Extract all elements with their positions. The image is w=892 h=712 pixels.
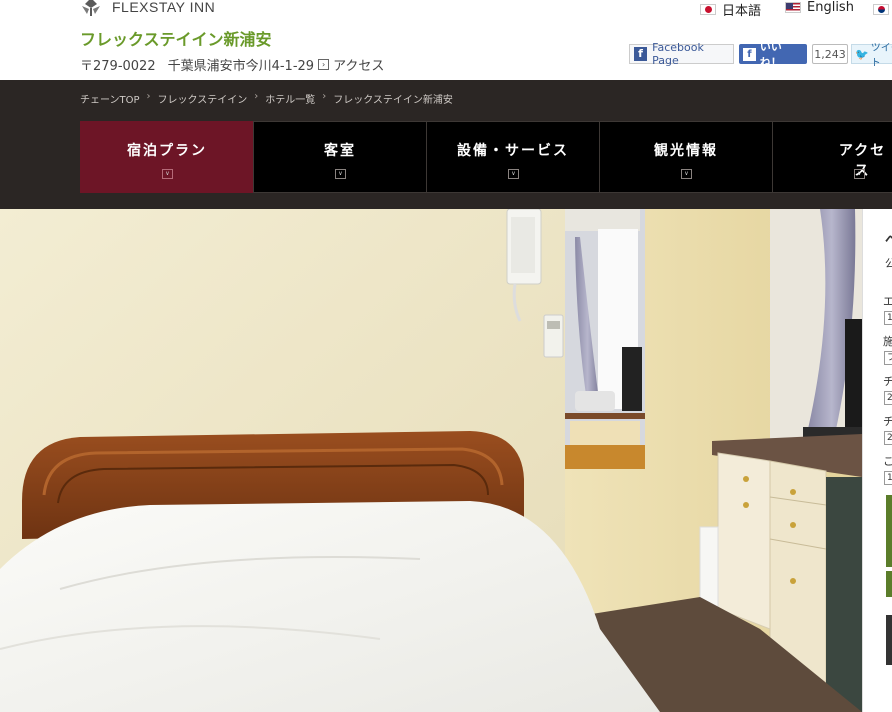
chevron-down-icon: ∨ <box>854 169 865 179</box>
japan-flag-icon <box>700 4 716 15</box>
breadcrumb-item-hotel-list[interactable]: ホテル一覧 <box>265 91 315 106</box>
nav-item-plans[interactable]: 宿泊プラン ∨ <box>80 121 253 193</box>
lang-english[interactable]: English <box>785 0 854 15</box>
facebook-icon: f <box>743 47 756 61</box>
tweet-label: ツイート <box>870 43 892 69</box>
field-label: こ <box>883 455 892 468</box>
hotel-name[interactable]: フレックステイイン新浦安 <box>80 26 272 50</box>
nav-item-facilities[interactable]: 設備・サービス ∨ <box>426 121 599 193</box>
area-select[interactable]: 1 <box>884 311 892 325</box>
lang-korean[interactable]: 한 <box>873 0 892 19</box>
hotel-address: 〒279-0022 千葉県浦安市今川4-1-29 › アクセス <box>80 55 384 74</box>
rooms-select[interactable]: 1 <box>884 471 892 485</box>
facebook-icon: f <box>634 47 648 61</box>
field-label: チ <box>883 415 892 428</box>
access-link-label: アクセス <box>333 59 385 74</box>
facebook-page-label: Facebook Page <box>652 41 704 67</box>
lang-label: 日本語 <box>722 4 762 19</box>
room-illustration <box>0 209 862 712</box>
chevron-down-icon: ∨ <box>162 169 173 179</box>
checkout-select[interactable]: 2 <box>884 431 892 445</box>
twitter-bird-icon: 🐦 <box>855 47 869 61</box>
site-header: FLEXSTAY INN フレックステイイン新浦安 〒279-0022 千葉県浦… <box>0 0 892 80</box>
korea-flag-icon <box>873 4 889 15</box>
nav-band: チェーンTOP › フレックステイイン › ホテル一覧 › フレックステイイン新… <box>0 80 892 209</box>
checkin-select[interactable]: 2 <box>884 391 892 405</box>
external-arrow-icon: › <box>318 59 330 70</box>
hero-room-photo <box>0 209 862 712</box>
breadcrumb-item-chain-top[interactable]: チェーンTOP <box>80 91 140 106</box>
panel-subheading: 公 <box>885 257 892 270</box>
logo-leaf-icon <box>82 0 100 16</box>
street-address: 千葉県浦安市今川4-1-29 <box>167 59 315 74</box>
nav-item-access[interactable]: アクセス ∨ <box>772 121 892 193</box>
access-link[interactable]: › アクセス <box>314 55 384 74</box>
breadcrumb-item-brand[interactable]: フレックステイイン <box>158 91 248 106</box>
nav-item-rooms[interactable]: 客室 ∨ <box>253 121 426 193</box>
breadcrumb-separator: › <box>146 91 151 102</box>
breadcrumb-separator: › <box>254 91 259 102</box>
dark-banner-button[interactable] <box>886 615 892 665</box>
nav-item-label: 設備・サービス <box>457 143 569 159</box>
breadcrumb-item-current: フレックステイイン新浦安 <box>333 95 453 106</box>
facebook-page-button[interactable]: f Facebook Page <box>629 41 734 67</box>
us-flag-icon <box>785 2 801 13</box>
secondary-search-button[interactable] <box>886 571 892 597</box>
lang-japanese[interactable]: 日本語 <box>700 0 761 19</box>
breadcrumb-separator: › <box>322 91 327 102</box>
hotel-select[interactable]: フ <box>884 351 892 365</box>
chevron-down-icon: ∨ <box>508 169 519 179</box>
like-label: いいね！ <box>759 40 782 69</box>
logo-text: FLEXSTAY INN <box>112 0 216 15</box>
lang-label: English <box>807 0 854 15</box>
field-label: チ <box>883 375 892 388</box>
nav-item-label: 客室 <box>324 143 356 159</box>
zip-code: 〒279-0022 <box>80 59 156 74</box>
site-logo[interactable]: FLEXSTAY INN <box>80 0 215 16</box>
nav-item-label: 宿泊プラン <box>127 143 207 159</box>
panel-heading: ペ <box>885 233 892 248</box>
nav-item-label: 観光情報 <box>654 143 718 159</box>
facebook-like-button[interactable]: f いいね！ <box>739 40 807 69</box>
search-button[interactable] <box>886 495 892 567</box>
tweet-button[interactable]: 🐦 ツイート <box>851 43 892 69</box>
like-count: 1,243 <box>812 44 848 64</box>
field-label: エ <box>883 295 892 308</box>
global-nav: 宿泊プラン ∨ 客室 ∨ 設備・サービス ∨ 観光情報 ∨ アクセス ∨ <box>80 121 892 193</box>
chevron-down-icon: ∨ <box>335 169 346 179</box>
field-label: 施 <box>883 335 892 348</box>
chevron-down-icon: ∨ <box>681 169 692 179</box>
nav-item-sightseeing[interactable]: 観光情報 ∨ <box>599 121 772 193</box>
breadcrumb: チェーンTOP › フレックステイイン › ホテル一覧 › フレックステイイン新… <box>80 91 453 106</box>
reservation-search-panel: ペ 公 エ 1 施 フ チ 2 チ 2 こ 1 <box>862 209 892 712</box>
